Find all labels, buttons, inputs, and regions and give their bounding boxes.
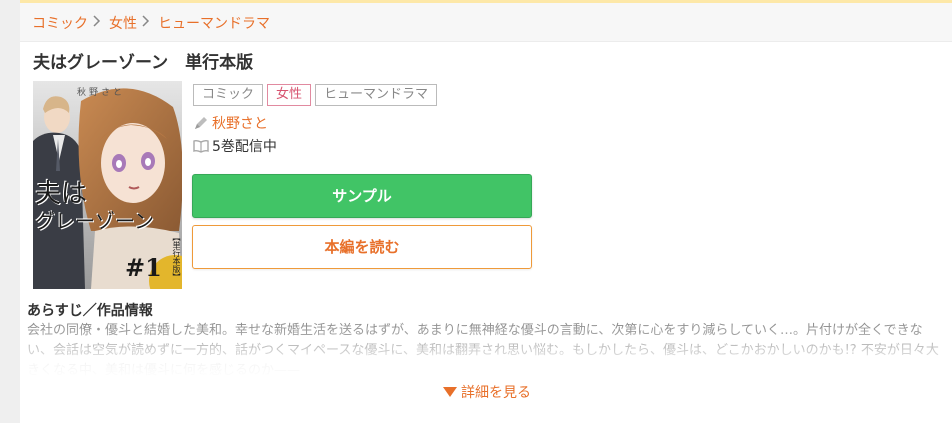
read-button[interactable]: 本編を読む bbox=[192, 225, 532, 269]
author-link[interactable]: 秋野さと bbox=[212, 113, 268, 133]
sample-button[interactable]: サンプル bbox=[192, 174, 532, 218]
show-details-label: 詳細を見る bbox=[461, 385, 531, 401]
breadcrumb: コミック 女性 ヒューマンドラマ bbox=[32, 13, 270, 33]
show-details-link[interactable]: 詳細を見る bbox=[443, 382, 531, 402]
cover-image[interactable]: 秋野さと 夫は グレーゾーン 【単行本版】 #1 bbox=[33, 81, 182, 289]
cover-author-text: 秋野さと bbox=[77, 88, 126, 98]
triangle-down-icon bbox=[443, 387, 457, 397]
cover-volume: #1 bbox=[125, 253, 162, 282]
genre-tags: コミック 女性 ヒューマンドラマ bbox=[193, 84, 438, 106]
synopsis-container: 会社の同僚・優斗と結婚した美和。幸せな新婚生活を送るはずが、あまりに無神経な優斗… bbox=[27, 321, 947, 379]
chevron-right-icon bbox=[142, 15, 150, 31]
breadcrumb-bar: コミック 女性 ヒューマンドラマ bbox=[20, 0, 952, 42]
cover-title-line2: グレーゾーン bbox=[35, 209, 154, 233]
volume-count: 5巻配信中 bbox=[212, 139, 277, 155]
volume-count-row: 5巻配信中 bbox=[193, 136, 277, 156]
cover-edition: 【単行本版】 bbox=[172, 233, 181, 281]
left-gutter bbox=[0, 0, 20, 423]
synopsis-text: 会社の同僚・優斗と結婚した美和。幸せな新婚生活を送るはずが、あまりに無神経な優斗… bbox=[27, 323, 939, 378]
pen-icon bbox=[193, 115, 209, 131]
book-icon bbox=[193, 138, 209, 154]
synopsis-heading: あらすじ／作品情報 bbox=[27, 303, 153, 319]
breadcrumb-comic[interactable]: コミック bbox=[32, 13, 88, 33]
tag-female[interactable]: 女性 bbox=[267, 84, 312, 106]
tag-comic[interactable]: コミック bbox=[193, 84, 264, 106]
breadcrumb-human-drama[interactable]: ヒューマンドラマ bbox=[158, 13, 270, 33]
breadcrumb-female[interactable]: 女性 bbox=[109, 13, 137, 33]
tag-human-drama[interactable]: ヒューマンドラマ bbox=[315, 84, 438, 106]
chevron-right-icon bbox=[93, 15, 101, 31]
page-title: 夫はグレーゾーン 単行本版 bbox=[33, 53, 254, 73]
author-row: 秋野さと bbox=[193, 113, 268, 133]
